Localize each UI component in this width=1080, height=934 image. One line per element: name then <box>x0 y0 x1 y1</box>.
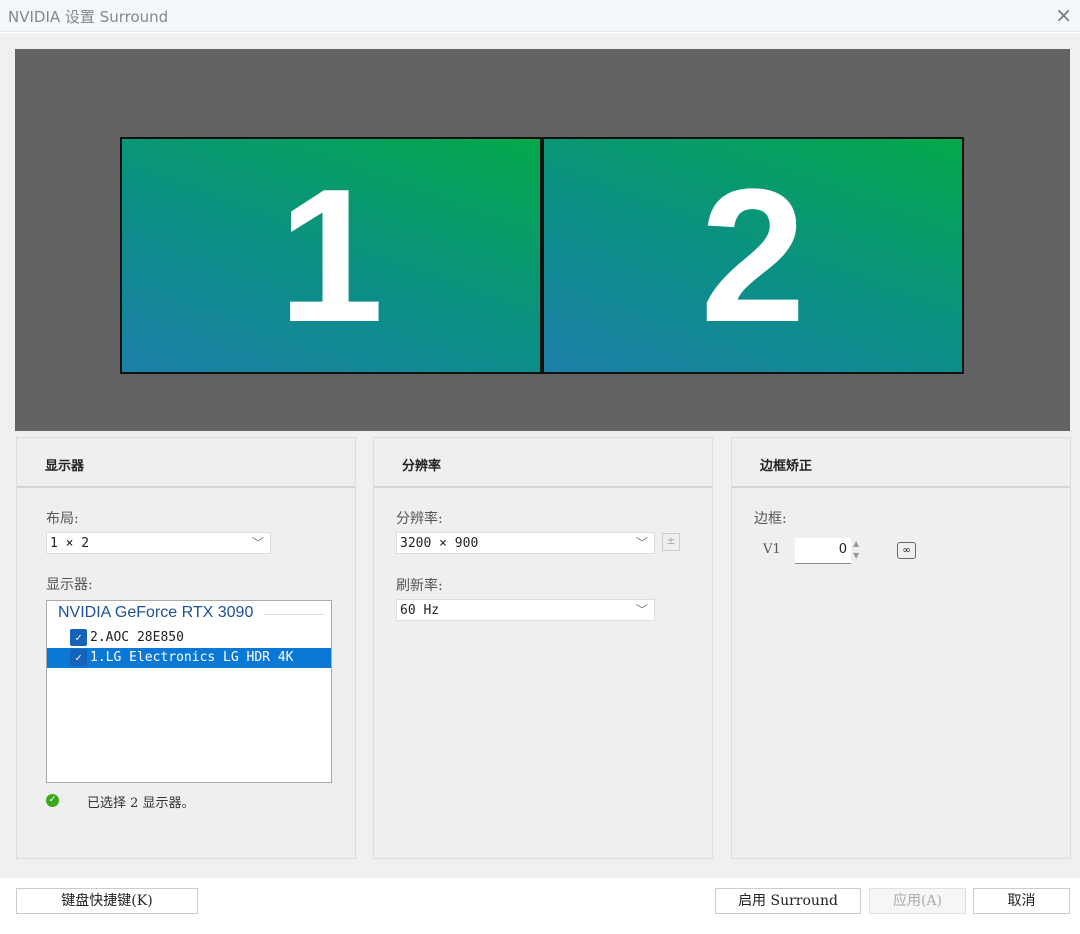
resolution-label: 分辨率: <box>396 511 443 527</box>
list-item[interactable]: ✓ 2.AOC 28E850 <box>47 628 331 648</box>
title-bar: NVIDIA 设置 Surround × <box>0 0 1080 32</box>
dialog-body: 1 2 显示器 布局: 1 × 2 ﹀ 显示器: NVIDIA GeForce R… <box>0 33 1080 878</box>
divider <box>264 614 324 615</box>
close-icon[interactable]: × <box>1055 3 1072 27</box>
monitor-1[interactable]: 1 <box>120 137 542 374</box>
custom-resolution-icon[interactable]: ± <box>662 533 680 551</box>
refresh-label: 刷新率: <box>396 578 443 594</box>
panel-header: 分辨率 <box>374 438 712 488</box>
monitor-number: 1 <box>278 149 384 362</box>
panel-header: 边框矫正 <box>732 438 1070 488</box>
cancel-button[interactable]: 取消 <box>973 888 1070 914</box>
v1-input[interactable]: 0 <box>795 538 851 564</box>
refresh-value: 60 Hz <box>400 603 440 618</box>
link-icon[interactable]: ∞ <box>897 542 916 559</box>
bezel-panel: 边框矫正 边框: V1 0 ▲ ▼ ∞ <box>731 437 1071 859</box>
v1-label: V1 <box>763 542 781 557</box>
gpu-name: NVIDIA GeForce RTX 3090 <box>58 604 254 621</box>
resolution-select[interactable]: 3200 × 900 ﹀ <box>396 532 655 554</box>
up-arrow-icon[interactable]: ▲ <box>853 538 859 550</box>
refresh-select[interactable]: 60 Hz ﹀ <box>396 599 655 621</box>
panel-header: 显示器 <box>17 438 355 488</box>
checkbox-checked-icon[interactable]: ✓ <box>70 649 87 666</box>
checkbox-checked-icon[interactable]: ✓ <box>70 629 87 646</box>
monitor-number: 2 <box>700 149 806 362</box>
v1-spinner[interactable]: ▲ ▼ <box>853 538 859 562</box>
resolution-value: 3200 × 900 <box>400 536 479 551</box>
monitor-2[interactable]: 2 <box>542 137 964 374</box>
keyboard-shortcut-button[interactable]: 键盘快捷键(K) <box>16 888 198 914</box>
list-item-selected[interactable]: ✓ 1.LG Electronics LG HDR 4K <box>47 648 331 668</box>
display-label: 2.AOC 28E850 <box>90 630 184 645</box>
layout-select[interactable]: 1 × 2 ﹀ <box>46 532 271 554</box>
chevron-down-icon: ﹀ <box>251 536 264 550</box>
display-panel: 显示器 布局: 1 × 2 ﹀ 显示器: NVIDIA GeForce RTX 3… <box>16 437 356 859</box>
display-preview: 1 2 <box>15 49 1070 431</box>
resolution-panel: 分辨率 分辨率: 3200 × 900 ﹀ ± 刷新率: 60 Hz ﹀ <box>373 437 713 859</box>
layout-label: 布局: <box>46 511 79 527</box>
display-list[interactable]: NVIDIA GeForce RTX 3090 ✓ 2.AOC 28E850 ✓ 1… <box>46 600 332 783</box>
display-label: 1.LG Electronics LG HDR 4K <box>90 650 294 665</box>
down-arrow-icon[interactable]: ▼ <box>853 550 859 562</box>
bezel-label: 边框: <box>754 511 787 527</box>
displays-label: 显示器: <box>46 577 93 593</box>
check-circle-icon: ✓ <box>46 794 59 807</box>
enable-surround-button[interactable]: 启用 Surround <box>715 888 861 914</box>
chevron-down-icon: ﹀ <box>635 603 648 617</box>
chevron-down-icon: ﹀ <box>635 536 648 550</box>
layout-value: 1 × 2 <box>50 536 90 551</box>
apply-button[interactable]: 应用(A) <box>869 888 966 914</box>
window-title: NVIDIA 设置 Surround <box>8 8 169 26</box>
status-text: 已选择 2 显示器。 <box>87 796 195 811</box>
